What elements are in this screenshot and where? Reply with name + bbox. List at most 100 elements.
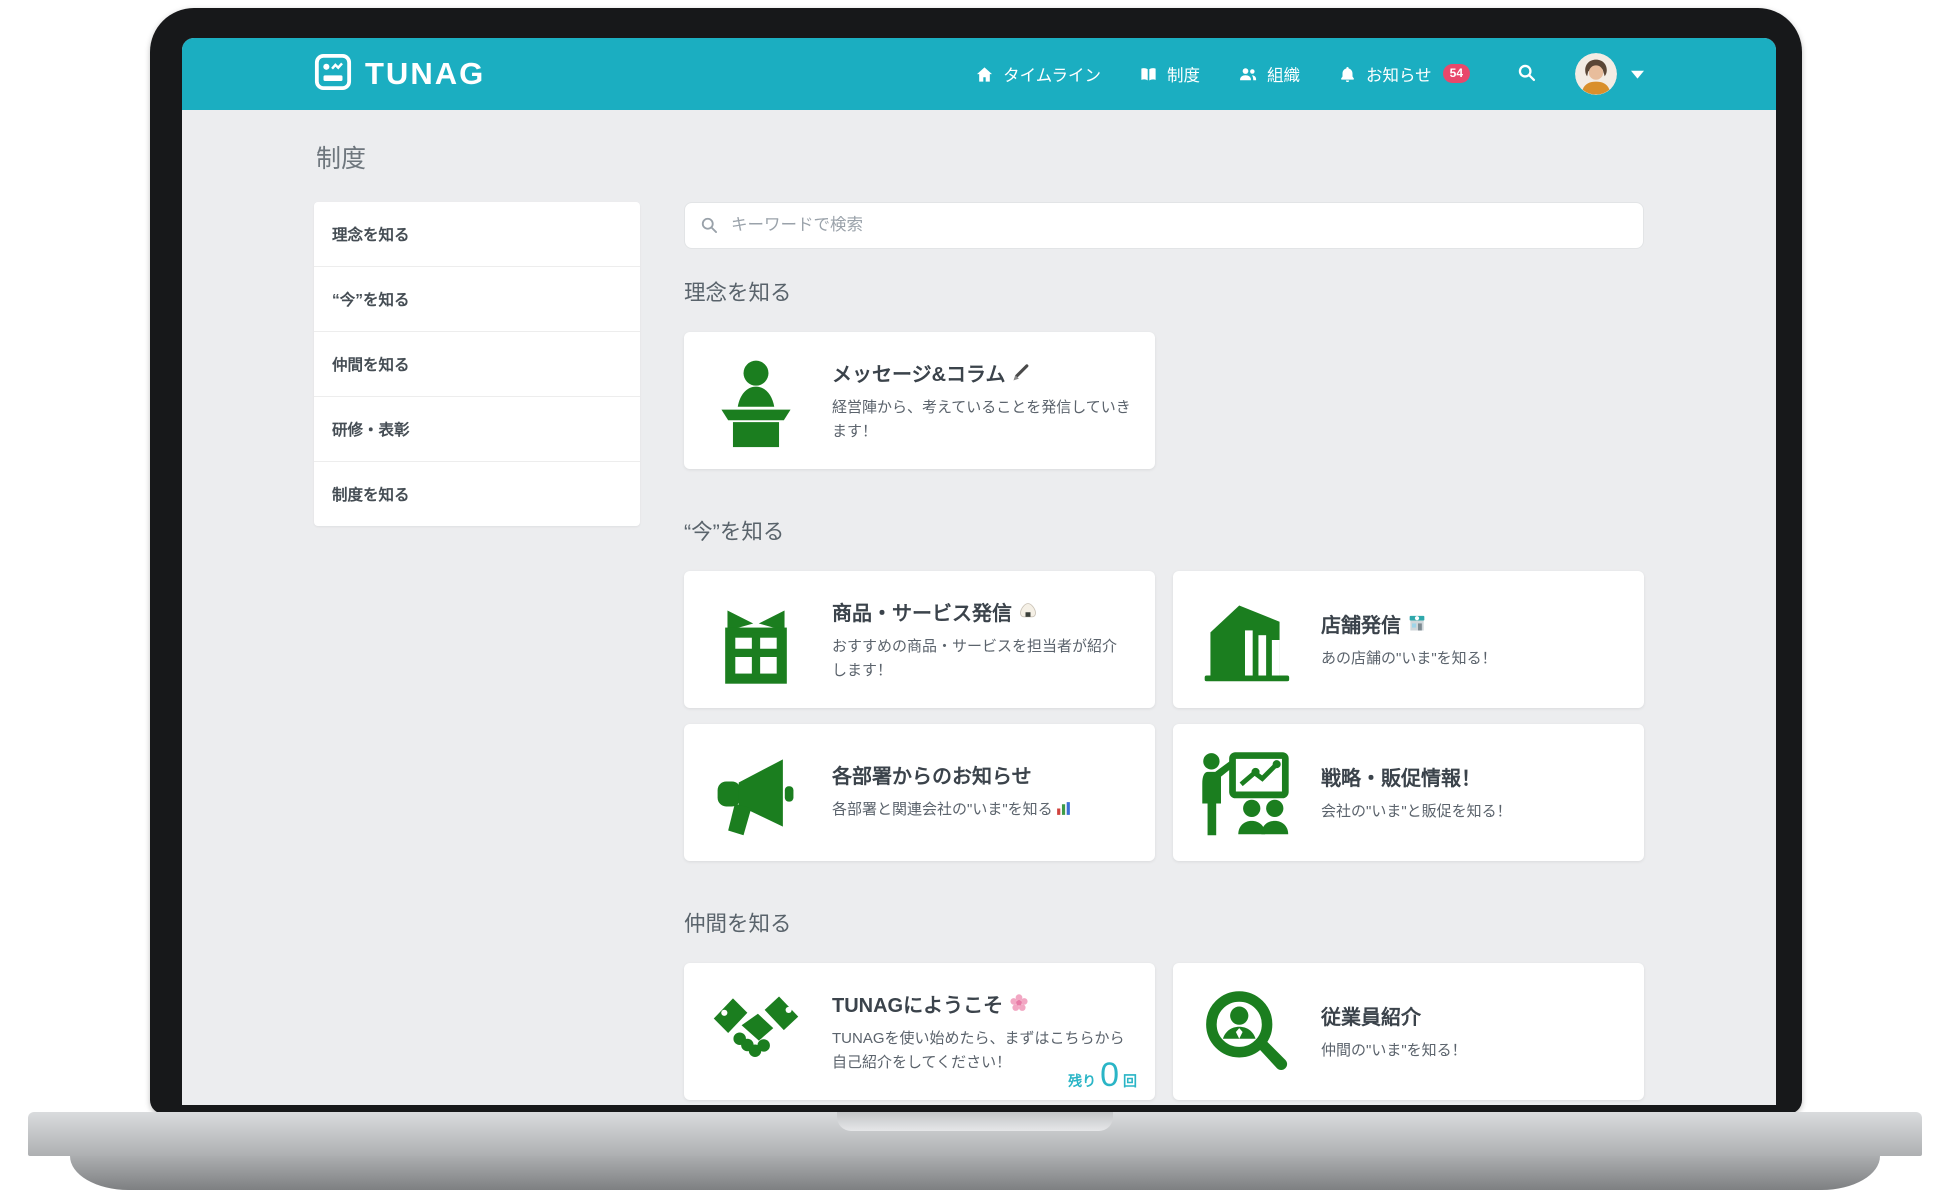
bell-icon bbox=[1338, 65, 1357, 84]
chevron-down-icon[interactable] bbox=[1631, 70, 1644, 79]
program-card[interactable]: 店舗発信 あの店舗の"いま"を知る！ bbox=[1173, 571, 1644, 708]
sidebar-item-seido[interactable]: 制度を知る bbox=[314, 462, 640, 526]
sidebar-item-label: “今”を知る bbox=[332, 288, 410, 310]
megaphone-icon bbox=[708, 745, 804, 841]
nav-organization[interactable]: 組織 bbox=[1238, 62, 1300, 86]
user-avatar-icon[interactable] bbox=[1575, 53, 1617, 95]
remaining-value: 0 bbox=[1100, 1058, 1119, 1092]
sidebar-item-kenshu[interactable]: 研修・表彰 bbox=[314, 397, 640, 462]
pen-emoji bbox=[1011, 362, 1032, 383]
card-description: 各部署と関連会社の"いま"を知る bbox=[832, 798, 1131, 825]
sidebar-item-label: 理念を知る bbox=[332, 223, 410, 245]
search-button[interactable] bbox=[1512, 58, 1541, 90]
search-icon bbox=[1516, 62, 1537, 86]
card-title-row: TUNAGにようこそ bbox=[832, 989, 1131, 1018]
gift-box-icon bbox=[708, 592, 804, 688]
card-title: メッセージ&コラム bbox=[832, 358, 1005, 387]
card-description: あの店舗の"いま"を知る！ bbox=[1321, 647, 1620, 671]
nav-programs[interactable]: 制度 bbox=[1139, 62, 1200, 86]
card-title: 店舗発信 bbox=[1321, 609, 1401, 638]
category-section: 仲間を知る TUNAGにようこそ bbox=[684, 907, 1644, 1100]
program-card[interactable]: TUNAGにようこそ TUNAGを使い始めたら、まずはこちらから自己紹介をしてく… bbox=[684, 963, 1155, 1100]
card-title-row: 従業員紹介 bbox=[1321, 1001, 1620, 1030]
laptop-screen-content: TUNAG タイムライン 制度 bbox=[182, 38, 1776, 1105]
cherry-blossom-emoji bbox=[1009, 993, 1029, 1013]
program-card[interactable]: 従業員紹介 仲間の"いま"を知る！ bbox=[1173, 963, 1644, 1100]
keyword-search-input[interactable] bbox=[684, 202, 1644, 249]
section-heading: 理念を知る bbox=[684, 276, 1644, 307]
card-body: TUNAGにようこそ TUNAGを使い始めたら、まずはこちらから自己紹介をしてく… bbox=[832, 989, 1131, 1075]
page-title: 制度 bbox=[316, 139, 1644, 175]
card-title: TUNAGにようこそ bbox=[832, 989, 1003, 1018]
card-description: 経営陣から、考えていることを発信していきます！ bbox=[832, 396, 1131, 444]
remaining-label: 残り bbox=[1068, 1071, 1096, 1091]
card-title: 従業員紹介 bbox=[1321, 1001, 1421, 1030]
card-title: 各部署からのお知らせ bbox=[832, 760, 1032, 789]
navbar-right: タイムライン 制度 組織 bbox=[975, 53, 1644, 95]
tunag-logo[interactable]: TUNAG bbox=[314, 53, 485, 96]
sidebar-item-label: 仲間を知る bbox=[332, 353, 410, 375]
laptop-base bbox=[28, 1112, 1922, 1156]
nav-item-label: タイムライン bbox=[1003, 62, 1101, 86]
card-description-text: 仲間の"いま"を知る！ bbox=[1321, 1042, 1467, 1059]
card-description: 仲間の"いま"を知る！ bbox=[1321, 1039, 1620, 1063]
card-title-row: 商品・サービス発信 bbox=[832, 597, 1131, 626]
card-description-text: あの店舗の"いま"を知る！ bbox=[1321, 650, 1497, 667]
category-section: 理念を知る メッセージ&コラム bbox=[684, 276, 1644, 469]
program-card[interactable]: 戦略・販促情報！ 会社の"いま"と販促を知る！ bbox=[1173, 724, 1644, 861]
magnifier-person-icon bbox=[1197, 984, 1293, 1080]
card-body: 各部署からのお知らせ 各部署と関連会社の"いま"を知る bbox=[832, 760, 1131, 825]
category-section: “今”を知る 商品・サービス発信 bbox=[684, 515, 1644, 861]
top-navbar: TUNAG タイムライン 制度 bbox=[182, 38, 1776, 110]
nav-item-label: 組織 bbox=[1267, 62, 1300, 86]
card-description: おすすめの商品・サービスを担当者が紹介します！ bbox=[832, 635, 1131, 683]
card-title-row: 各部署からのお知らせ bbox=[832, 760, 1131, 789]
convenience-store-emoji bbox=[1407, 613, 1427, 633]
remaining-count: 残り 0 回 bbox=[1068, 1058, 1137, 1092]
card-title-row: 戦略・販促情報！ bbox=[1321, 762, 1620, 791]
category-sidebar: 理念を知る “今”を知る 仲間を知る 研修・表彰 制度を知る bbox=[314, 202, 640, 526]
sidebar-item-ima[interactable]: “今”を知る bbox=[314, 267, 640, 332]
navbar-items: タイムライン 制度 組織 bbox=[975, 62, 1470, 86]
card-body: 従業員紹介 仲間の"いま"を知る！ bbox=[1321, 1001, 1620, 1063]
card-grid: メッセージ&コラム 経営陣から、考えていることを発信していきます！ bbox=[684, 332, 1644, 469]
sections: 理念を知る メッセージ&コラム bbox=[684, 276, 1644, 1100]
card-body: 店舗発信 あの店舗の"いま"を知る！ bbox=[1321, 609, 1620, 671]
handshake-icon bbox=[708, 984, 804, 1080]
tunag-logo-text: TUNAG bbox=[365, 56, 485, 92]
tunag-logo-icon bbox=[314, 53, 352, 96]
sidebar-item-nakama[interactable]: 仲間を知る bbox=[314, 332, 640, 397]
nav-notifications[interactable]: お知らせ 54 bbox=[1338, 62, 1470, 86]
card-description-text: 各部署と関連会社の"いま"を知る bbox=[832, 801, 1053, 818]
sidebar-item-label: 研修・表彰 bbox=[332, 418, 410, 440]
presentation-icon bbox=[1197, 745, 1293, 841]
card-body: メッセージ&コラム 経営陣から、考えていることを発信していきます！ bbox=[832, 358, 1131, 444]
page-container: 制度 理念を知る “今”を知る 仲間を知る 研修・表彰 制度を知る bbox=[314, 110, 1644, 1105]
page-layout: 理念を知る “今”を知る 仲間を知る 研修・表彰 制度を知る bbox=[314, 202, 1644, 1105]
program-card[interactable]: メッセージ&コラム 経営陣から、考えていることを発信していきます！ bbox=[684, 332, 1155, 469]
main-content: 理念を知る メッセージ&コラム bbox=[684, 202, 1644, 1105]
sidebar-item-rinen[interactable]: 理念を知る bbox=[314, 202, 640, 267]
store-building-icon bbox=[1197, 592, 1293, 688]
nav-item-label: お知らせ bbox=[1366, 62, 1432, 86]
program-card[interactable]: 商品・サービス発信 おすすめの商品・サービスを担当者が紹介します！ bbox=[684, 571, 1155, 708]
card-body: 戦略・販促情報！ 会社の"いま"と販促を知る！ bbox=[1321, 762, 1620, 824]
card-description: 会社の"いま"と販促を知る！ bbox=[1321, 800, 1620, 824]
podium-speaker-icon bbox=[708, 353, 804, 449]
nav-item-label: 制度 bbox=[1167, 62, 1200, 86]
book-icon bbox=[1139, 65, 1158, 84]
section-heading: “今”を知る bbox=[684, 515, 1644, 546]
navbar-inner: TUNAG タイムライン 制度 bbox=[314, 38, 1644, 110]
notification-count-badge: 54 bbox=[1443, 64, 1470, 83]
card-description-text: おすすめの商品・サービスを担当者が紹介します！ bbox=[832, 638, 1117, 679]
people-icon bbox=[1238, 64, 1258, 84]
nav-timeline[interactable]: タイムライン bbox=[975, 62, 1101, 86]
riceball-emoji bbox=[1018, 601, 1038, 621]
program-card[interactable]: 各部署からのお知らせ 各部署と関連会社の"いま"を知る bbox=[684, 724, 1155, 861]
sidebar-item-label: 制度を知る bbox=[332, 483, 410, 505]
remaining-unit: 回 bbox=[1123, 1071, 1137, 1091]
laptop-lid-notch bbox=[837, 1112, 1113, 1131]
card-grid: 商品・サービス発信 おすすめの商品・サービスを担当者が紹介します！ bbox=[684, 571, 1644, 861]
home-icon bbox=[975, 65, 994, 84]
card-body: 商品・サービス発信 おすすめの商品・サービスを担当者が紹介します！ bbox=[832, 597, 1131, 683]
